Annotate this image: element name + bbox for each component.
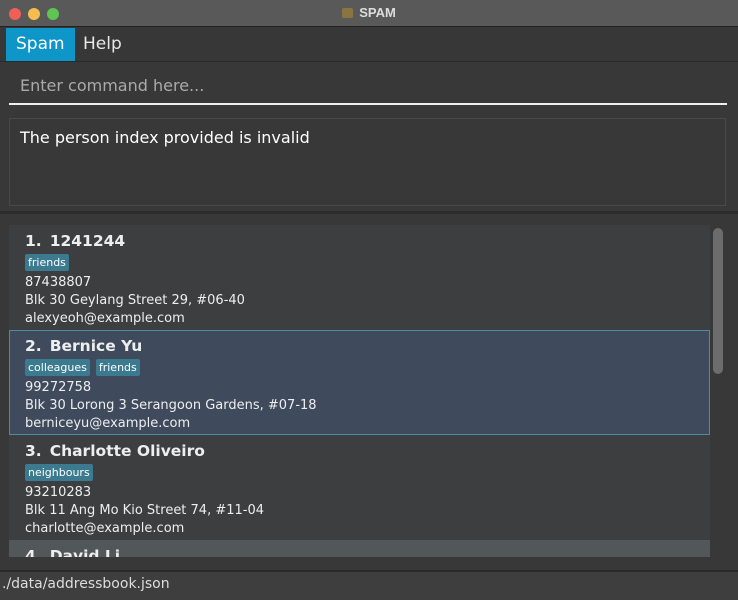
person-name: 4. David Li [25, 547, 694, 557]
person-phone: 93210283 [25, 485, 92, 500]
tag: friends [25, 254, 69, 271]
menu-help[interactable]: Help [73, 28, 132, 61]
person-email: alexyeoh@example.com [25, 311, 185, 326]
divider [0, 211, 738, 214]
person-email: charlotte@example.com [25, 521, 185, 536]
scrollbar[interactable] [713, 228, 723, 374]
window-title-text: SPAM [359, 5, 396, 20]
person-address: Blk 30 Lorong 3 Serangoon Gardens, #07-1… [25, 398, 317, 413]
result-display: The person index provided is invalid [9, 118, 726, 206]
person-card[interactable]: 4. David Li [9, 540, 710, 557]
person-index: 4. [25, 547, 42, 557]
person-email: berniceyu@example.com [25, 416, 191, 431]
lock-icon [342, 8, 354, 18]
person-name: 3. Charlotte Oliveiro [25, 442, 694, 460]
person-name-text: Bernice Yu [49, 337, 143, 355]
person-card[interactable]: 1. 1241244 friends 87438807 Blk 30 Geylang S… [9, 225, 710, 330]
person-phone: 99272758 [25, 380, 92, 395]
person-address: Blk 30 Geylang Street 29, #06-40 [25, 293, 245, 308]
person-name-text: 1241244 [49, 232, 126, 250]
person-index: 1. [25, 232, 42, 250]
tag-list: neighbours [25, 464, 694, 484]
status-bar: ./data/addressbook.json [0, 570, 738, 600]
menu-bar: Spam Help [0, 28, 738, 62]
menu-spam[interactable]: Spam [6, 28, 75, 61]
person-address: Blk 11 Ang Mo Kio Street 74, #11-04 [25, 503, 265, 518]
person-name-text: Charlotte Oliveiro [49, 442, 205, 460]
tag-list: colleagues friends [25, 359, 694, 379]
person-list[interactable]: 1. 1241244 friends 87438807 Blk 30 Geylang S… [9, 225, 710, 557]
person-card[interactable]: 3. Charlotte Oliveiro neighbours 93210283 Bl… [9, 435, 710, 540]
person-card[interactable]: 2. Bernice Yu colleagues friends 99272758 Blk… [9, 330, 710, 435]
person-phone: 87438807 [25, 275, 92, 290]
person-index: 2. [25, 337, 42, 355]
person-name: 1. 1241244 [25, 232, 694, 250]
tag: friends [95, 359, 140, 376]
tag: colleagues [25, 359, 90, 376]
command-input[interactable]: Enter command here... [9, 70, 727, 105]
title-bar: SPAM [0, 0, 738, 27]
person-name: 2. Bernice Yu [25, 337, 694, 355]
window-title: SPAM [0, 5, 738, 20]
person-name-text: David Li [49, 547, 121, 557]
tag-list: friends [25, 254, 694, 274]
person-index: 3. [25, 442, 42, 460]
tag: neighbours [25, 464, 93, 481]
